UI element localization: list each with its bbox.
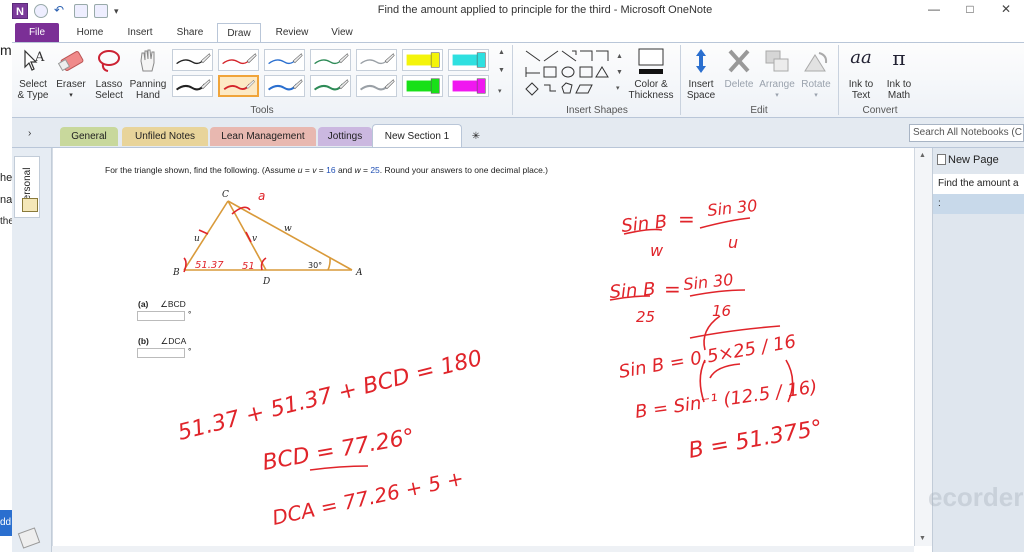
ink-right-2a: Sin B [609,279,656,303]
ink-left-eq-1: 51.37 + 51.37 + BCD = 180 [175,346,484,446]
ink-strokes [183,206,794,471]
ink-right-2d: 16 [712,302,731,320]
recorder-watermark: ecorder [928,482,1024,512]
new-page-label: New Page [948,154,999,166]
ink-underline-2 [309,465,369,471]
ink-equals-1: = [678,207,695,231]
new-page-icon [937,154,946,165]
ink-right-eq-4: B = Sin⁻¹ (12.5 / 16) [634,377,819,423]
ink-overlay: a 51.37 51 51.37 + 51.37 + BCD = 180 BCD… [175,189,825,530]
ink-equals-2: = [664,277,681,301]
ink-angle-d: 51 [242,261,255,272]
ink-right-2b: 25 [636,308,655,326]
ink-left-eq-2: BCD = 77.26° [261,425,417,476]
ink-arc-d [260,257,267,271]
ink-right-1d: u [728,233,738,252]
ink-tick-v [245,231,252,243]
ink-tick-u [198,229,209,235]
ink-right-eq-3: Sin B = 0.5×25 / 16 [617,331,797,383]
ink-tick-c [231,206,251,215]
scroll-up-icon[interactable]: ▲ [919,152,926,159]
ink-right-1b: w [650,241,664,260]
page-list-item[interactable]: Find the amount a [933,174,1024,194]
ink-right-1c: Sin 30 [706,196,758,220]
ink-right-1a: Sin B [620,211,668,237]
ink-left-eq-3: DCA = 77.26 + 5 + [270,466,466,530]
ink-right-eq-5: B = 51.375° [687,416,825,464]
ink-arc-b [183,257,187,273]
new-page-button[interactable]: New Page [937,154,999,166]
horizontal-scrollbar[interactable] [52,546,914,552]
ink-note-c: a [258,189,265,203]
scroll-down-icon[interactable]: ▼ [919,535,926,542]
page-list-item-selected[interactable]: : [933,194,1024,214]
ink-angle-b: 51.37 [195,260,224,271]
